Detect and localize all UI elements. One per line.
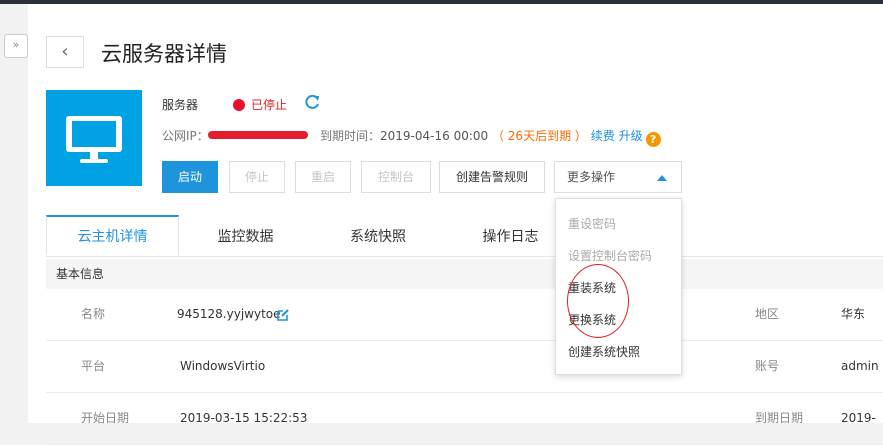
renew-link[interactable]: 续费 bbox=[591, 129, 615, 143]
expire-date: 2019-04-16 00:00 bbox=[380, 129, 489, 143]
tab-bar: 云主机详情 监控数据 系统快照 操作日志 bbox=[46, 215, 883, 257]
status-dot bbox=[233, 99, 245, 111]
edit-icon[interactable] bbox=[276, 308, 290, 322]
monitor-icon bbox=[66, 116, 122, 163]
tab-host-detail[interactable]: 云主机详情 bbox=[46, 215, 179, 255]
section-title: 基本信息 bbox=[46, 259, 883, 289]
row-value: 945128.yyjwytoe bbox=[177, 307, 281, 321]
upgrade-link[interactable]: 升级 bbox=[619, 129, 643, 143]
menu-item-console-password[interactable]: 设置控制台密码 bbox=[568, 247, 652, 264]
row-value: 2019-03-15 15:22:53 bbox=[180, 411, 308, 425]
tab-snapshots[interactable]: 系统快照 bbox=[312, 215, 444, 255]
row-value: 2019- bbox=[841, 411, 876, 425]
highlight-circle bbox=[567, 264, 629, 338]
menu-item-reset-password[interactable]: 重设密码 bbox=[568, 215, 616, 232]
server-thumbnail bbox=[46, 90, 142, 186]
row-value: admin bbox=[841, 359, 879, 373]
status-text: 已停止 bbox=[251, 98, 288, 112]
start-button[interactable]: 启动 bbox=[162, 161, 218, 193]
table-row: 开始日期 2019-03-15 15:22:53 到期日期 2019- bbox=[46, 393, 883, 445]
row-value: 华东 bbox=[841, 307, 866, 321]
row-key: 开始日期 bbox=[81, 411, 130, 425]
section-title-text: 基本信息 bbox=[56, 267, 105, 281]
row-key: 平台 bbox=[81, 359, 106, 373]
create-alert-button[interactable]: 创建告警规则 bbox=[439, 161, 545, 193]
more-actions-button[interactable]: 更多操作 bbox=[554, 161, 682, 193]
table-row: 平台 WindowsVirtio 账号 admin bbox=[46, 341, 883, 393]
expire-info: 到期时间：2019-04-16 00:00 （ 26天后到期 ） 续费 升级? bbox=[320, 127, 661, 147]
expire-note: （ 26天后到期 ） bbox=[491, 129, 587, 143]
server-type-label: 服务器 bbox=[162, 98, 199, 112]
console-button[interactable]: 控制台 bbox=[361, 161, 431, 193]
ip-redacted-mark bbox=[208, 131, 308, 139]
page-title: 云服务器详情 bbox=[101, 42, 227, 66]
expire-label: 到期时间： bbox=[320, 129, 381, 143]
table-row: 名称 945128.yyjwytoe 地区 华东 bbox=[46, 289, 883, 341]
sidebar-toggle-icon[interactable]: » bbox=[4, 34, 28, 58]
caret-up-icon bbox=[657, 175, 667, 181]
tab-monitoring[interactable]: 监控数据 bbox=[179, 215, 312, 255]
row-key: 到期日期 bbox=[755, 411, 804, 425]
refresh-icon[interactable] bbox=[303, 93, 321, 111]
more-actions-label: 更多操作 bbox=[567, 170, 616, 184]
row-value: WindowsVirtio bbox=[180, 359, 266, 373]
restart-button[interactable]: 重启 bbox=[295, 161, 351, 193]
public-ip-label: 公网IP： bbox=[162, 129, 209, 143]
help-icon[interactable]: ? bbox=[645, 132, 661, 147]
row-key: 账号 bbox=[755, 359, 780, 373]
back-arrow-icon: ‹ bbox=[61, 41, 69, 62]
row-key: 名称 bbox=[81, 307, 106, 321]
status-badge: 已停止 bbox=[233, 96, 287, 113]
stop-button[interactable]: 停止 bbox=[229, 161, 285, 193]
menu-item-create-snapshot[interactable]: 创建系统快照 bbox=[568, 343, 640, 360]
row-key: 地区 bbox=[755, 307, 780, 321]
detail-page: ‹ 云服务器详情 服务器 已停止 公网IP： 到期时间：2019-04-16 0… bbox=[28, 4, 883, 445]
back-button[interactable]: ‹ bbox=[46, 36, 84, 68]
